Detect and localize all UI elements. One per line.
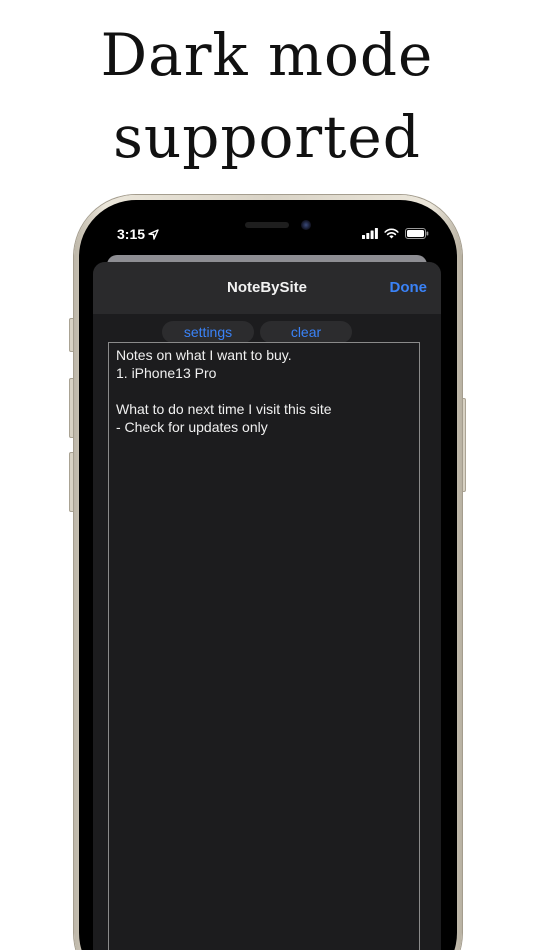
status-icons bbox=[362, 228, 429, 239]
status-time-text: 3:15 bbox=[117, 226, 146, 242]
clear-button[interactable]: clear bbox=[260, 321, 352, 343]
battery-icon bbox=[405, 228, 429, 239]
settings-button[interactable]: settings bbox=[162, 321, 254, 343]
wifi-icon bbox=[384, 228, 399, 239]
page: Dark mode supported 3:15 NoteBySite Done… bbox=[0, 0, 534, 950]
done-button[interactable]: Done bbox=[390, 279, 428, 296]
headline-line-2: supported bbox=[113, 103, 421, 171]
front-camera bbox=[301, 220, 311, 230]
note-text-area[interactable]: Notes on what I want to buy. 1. iPhone13… bbox=[108, 342, 420, 950]
note-sheet: NoteBySite Done settings clear Notes on … bbox=[93, 262, 441, 950]
nav-bar: NoteBySite Done bbox=[93, 262, 441, 314]
earpiece-speaker bbox=[245, 222, 289, 228]
headline-line-1: Dark mode bbox=[100, 21, 434, 89]
location-arrow-icon bbox=[148, 228, 159, 240]
status-time: 3:15 bbox=[117, 226, 159, 242]
cellular-signal-icon bbox=[362, 228, 378, 239]
headline: Dark mode supported bbox=[0, 14, 534, 178]
